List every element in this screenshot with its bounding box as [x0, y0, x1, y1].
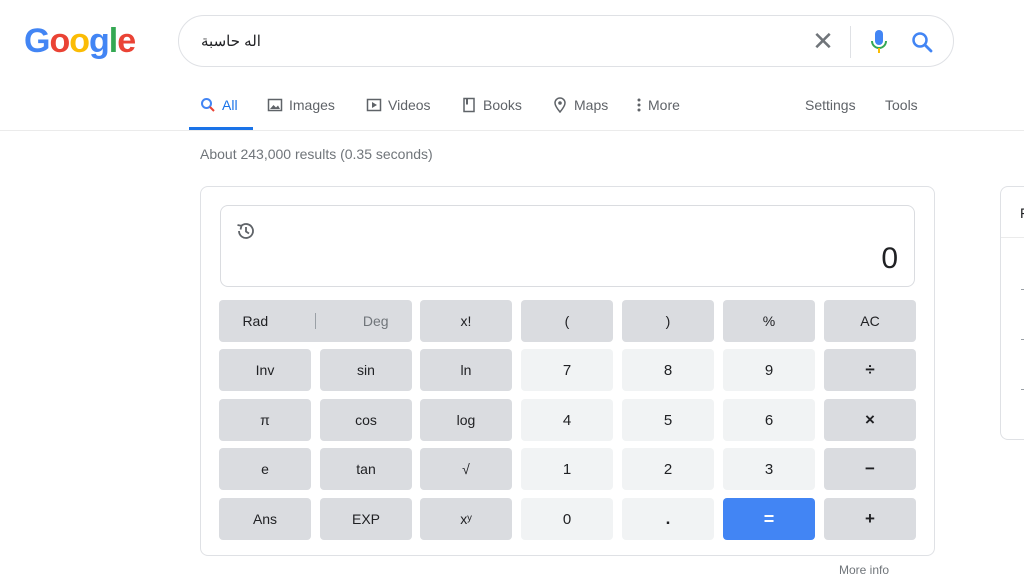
- cos-button[interactable]: cos: [320, 399, 412, 441]
- tab-images[interactable]: Images: [267, 97, 335, 113]
- tan-button[interactable]: tan: [320, 448, 412, 490]
- search-icon[interactable]: [909, 28, 935, 56]
- digit-6-button[interactable]: 6: [723, 399, 815, 441]
- ans-button[interactable]: Ans: [219, 498, 311, 540]
- digit-1-button[interactable]: 1: [521, 448, 613, 490]
- digit-4-button[interactable]: 4: [521, 399, 613, 441]
- result-stats: About 243,000 results (0.35 seconds): [200, 146, 433, 162]
- minus-button[interactable]: −: [824, 448, 916, 490]
- display-value: 0: [881, 242, 898, 275]
- inverse-button[interactable]: Inv: [219, 349, 311, 391]
- logo-letter: e: [117, 22, 136, 60]
- toggle-separator: [315, 313, 316, 329]
- image-icon: [267, 97, 283, 113]
- header-divider: [0, 130, 1024, 131]
- sin-button[interactable]: sin: [320, 349, 412, 391]
- factorial-button[interactable]: x!: [420, 300, 512, 342]
- tab-label: Videos: [388, 97, 431, 113]
- more-vert-icon: [636, 97, 642, 113]
- digit-5-button[interactable]: 5: [622, 399, 714, 441]
- open-paren-button[interactable]: (: [521, 300, 613, 342]
- plus-button[interactable]: +: [824, 498, 916, 540]
- video-icon: [366, 97, 382, 113]
- tools-link[interactable]: Tools: [885, 97, 918, 113]
- digit-7-button[interactable]: 7: [521, 349, 613, 391]
- close-icon[interactable]: ✕: [811, 28, 835, 54]
- search-input[interactable]: اله حاسبة: [201, 32, 261, 50]
- side-panel-text: F: [1020, 205, 1024, 221]
- logo-letter: l: [108, 22, 119, 60]
- percent-button[interactable]: %: [723, 300, 815, 342]
- tab-all[interactable]: All: [200, 97, 238, 113]
- google-logo[interactable]: Google: [24, 22, 136, 61]
- pi-button[interactable]: π: [219, 399, 311, 441]
- calculator-card: 0 Rad Deg x! ( ) % AC Inv sin ln 7 8 9 ÷…: [200, 186, 935, 556]
- rad-deg-toggle[interactable]: Rad Deg: [219, 300, 412, 342]
- ln-button[interactable]: ln: [420, 349, 512, 391]
- search-bar[interactable]: اله حاسبة ✕: [178, 15, 954, 67]
- tab-label: Maps: [574, 97, 609, 113]
- sqrt-button[interactable]: √: [420, 448, 512, 490]
- more-info-link[interactable]: More info: [839, 563, 889, 577]
- tab-more[interactable]: More: [636, 97, 680, 113]
- all-clear-button[interactable]: AC: [824, 300, 916, 342]
- digit-0-button[interactable]: 0: [521, 498, 613, 540]
- tab-label: Books: [483, 97, 522, 113]
- map-pin-icon: [552, 97, 568, 114]
- tab-label: All: [222, 97, 238, 113]
- logo-letter: o: [49, 22, 70, 60]
- search-divider: [850, 26, 851, 58]
- tab-label: More: [648, 97, 680, 113]
- tab-maps[interactable]: Maps: [552, 97, 609, 114]
- exp-button[interactable]: EXP: [320, 498, 412, 540]
- digit-8-button[interactable]: 8: [622, 349, 714, 391]
- tab-books[interactable]: Books: [461, 97, 522, 113]
- side-panel-divider: [1001, 237, 1024, 238]
- deg-option[interactable]: Deg: [363, 313, 389, 329]
- book-icon: [461, 97, 477, 113]
- settings-link[interactable]: Settings: [805, 97, 856, 113]
- power-button[interactable]: xʸ: [420, 498, 512, 540]
- knowledge-panel: F: [1000, 186, 1024, 440]
- search-tabs: All Images Videos Books Maps More Settin…: [0, 86, 1024, 130]
- tab-label: Images: [289, 97, 335, 113]
- digit-2-button[interactable]: 2: [622, 448, 714, 490]
- digit-9-button[interactable]: 9: [723, 349, 815, 391]
- log-button[interactable]: log: [420, 399, 512, 441]
- history-icon[interactable]: [235, 220, 257, 242]
- divide-button[interactable]: ÷: [824, 349, 916, 391]
- logo-letter: G: [24, 22, 50, 60]
- decimal-button[interactable]: .: [622, 498, 714, 540]
- equals-button[interactable]: =: [723, 498, 815, 540]
- mic-icon[interactable]: [867, 28, 891, 56]
- calculator-display: 0: [220, 205, 915, 287]
- search-icon: [200, 97, 216, 113]
- logo-letter: o: [69, 22, 90, 60]
- digit-3-button[interactable]: 3: [723, 448, 815, 490]
- rad-option[interactable]: Rad: [242, 313, 268, 329]
- tab-videos[interactable]: Videos: [366, 97, 431, 113]
- logo-letter: g: [89, 22, 110, 60]
- close-paren-button[interactable]: ): [622, 300, 714, 342]
- euler-button[interactable]: e: [219, 448, 311, 490]
- multiply-button[interactable]: ×: [824, 399, 916, 441]
